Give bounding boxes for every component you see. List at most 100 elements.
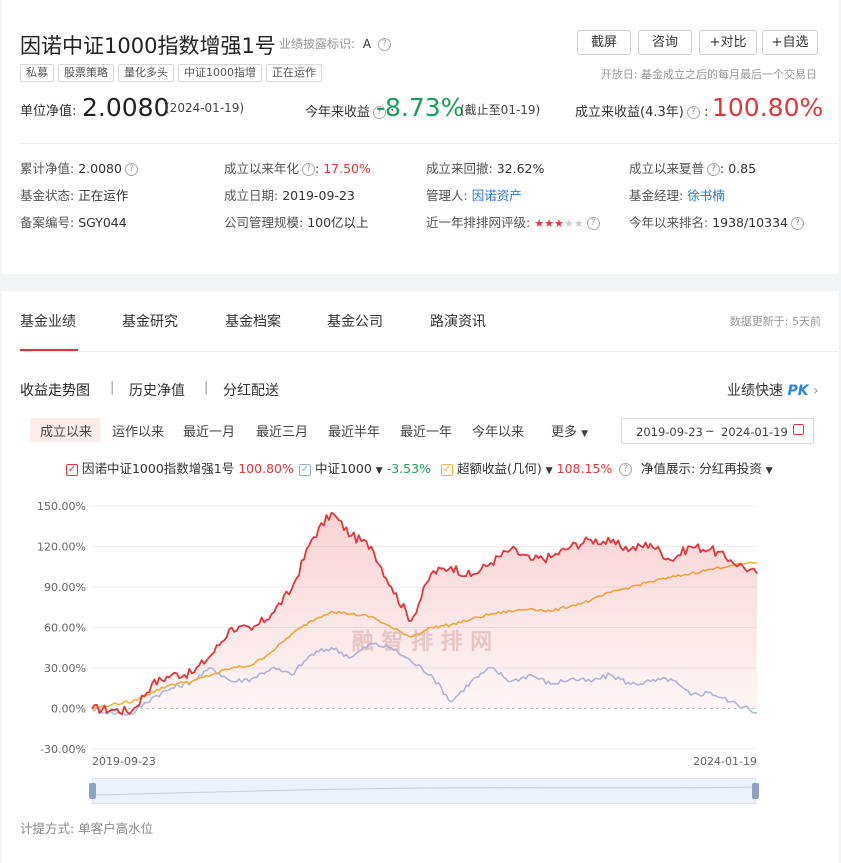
help-icon[interactable]: ? <box>377 38 391 51</box>
y-tick-label: 60.00% <box>44 622 86 635</box>
help-icon[interactable]: ? <box>124 163 138 176</box>
manager-company-link[interactable]: 因诺资产 <box>472 188 522 203</box>
range-ytd[interactable]: 今年以来 <box>472 421 524 440</box>
return-chart[interactable]: 150.00% 120.00% 90.00% 60.00% 30.00% 0.00% -30… <box>2 491 839 811</box>
quick-pk-link[interactable]: 业绩快速 PK › <box>727 380 819 400</box>
range-more-dropdown[interactable]: 更多 ▼ <box>551 421 588 440</box>
help-icon[interactable]: ? <box>707 163 721 176</box>
tab-roadshow[interactable]: 路演资讯 <box>430 311 486 331</box>
tab-research[interactable]: 基金研究 <box>122 311 178 331</box>
range-more-label: 更多 <box>551 425 578 440</box>
stat-label: 成立来回撤: <box>426 161 493 176</box>
checkbox-checked-icon[interactable]: ✓ <box>441 463 453 476</box>
disclosure-label: 业绩披露标识: A ? <box>279 35 391 52</box>
date-from[interactable]: 2019-09-23 <box>636 425 703 439</box>
y-tick-label: 0.00% <box>51 703 86 716</box>
stat-registration: 备案编号: SGY044 <box>20 212 127 231</box>
calendar-icon[interactable] <box>793 424 804 435</box>
legend-fund-value: 100.80% <box>238 461 294 476</box>
checkbox-checked-icon[interactable]: ✓ <box>66 463 78 476</box>
stat-inception: 成立日期: 2019-09-23 <box>224 185 355 204</box>
help-icon[interactable]: ? <box>791 217 804 230</box>
chart-range-slider[interactable] <box>92 778 756 804</box>
divider <box>20 143 838 144</box>
fund-tag: 量化多头 <box>118 64 174 82</box>
pk-badge: PK <box>787 383 809 399</box>
fund-tag: 私募 <box>20 64 54 82</box>
legend-index-name: 中证1000 <box>314 461 372 476</box>
x-tick-label: 2019-09-23 <box>92 755 156 768</box>
consult-button[interactable]: 咨询 <box>638 30 692 55</box>
stat-value: 100亿以上 <box>307 215 369 230</box>
tab-profile[interactable]: 基金档案 <box>225 311 281 331</box>
caret-down-icon[interactable]: ▼ <box>376 466 383 476</box>
star-filled-icon: ★ <box>534 217 545 230</box>
stat-label: 近一年排排网评级: <box>426 215 531 230</box>
tab-performance[interactable]: 基金业绩 <box>20 311 76 331</box>
fund-manager-link[interactable]: 徐书楠 <box>687 188 725 203</box>
stat-value: 17.50% <box>323 161 371 176</box>
fee-method: 计提方式: 单客户高水位 <box>20 821 154 836</box>
stat-label: 累计净值: <box>20 161 75 176</box>
legend-fund[interactable]: ✓ 因诺中证1000指数增强1号 100.80% <box>66 458 294 477</box>
nav-display-select[interactable]: 净值展示: 分红再投资 ▼ <box>641 458 773 477</box>
caret-down-icon: ▼ <box>581 429 589 439</box>
slider-handle-right[interactable] <box>752 783 759 799</box>
disclosure-value: A <box>362 37 372 51</box>
ytd-label-text: 今年来收益 <box>305 105 371 120</box>
date-to[interactable]: 2024-01-19 <box>721 425 788 439</box>
help-icon[interactable]: ? <box>302 163 316 176</box>
stat-label: 管理人: <box>426 188 468 203</box>
help-icon[interactable]: ? <box>619 463 633 476</box>
fund-title: 因诺中证1000指数增强1号 <box>20 34 276 58</box>
date-separator: ~ <box>705 424 715 438</box>
tab-company[interactable]: 基金公司 <box>327 311 383 331</box>
ytd-value: -8.73% <box>376 93 465 122</box>
help-icon[interactable]: ? <box>686 106 700 119</box>
caret-down-icon[interactable]: ▼ <box>546 466 553 476</box>
stat-label: 成立以来夏普 <box>629 161 705 176</box>
stat-cumulative-nav: 累计净值: 2.0080? <box>20 158 138 177</box>
checkbox-checked-icon[interactable]: ✓ <box>299 463 311 476</box>
subtab-history-nav[interactable]: 历史净值 <box>129 380 185 400</box>
compare-button[interactable]: +对比 <box>699 30 757 55</box>
ytd-note: (截止至01-19) <box>460 103 541 117</box>
stat-label: 今年以来排名: <box>629 215 709 230</box>
star-empty-icon: ★ <box>573 217 584 230</box>
stat-label: 基金状态: <box>20 188 75 203</box>
subtab-return-chart[interactable]: 收益走势图 <box>20 380 90 400</box>
legend-fund-name: 因诺中证1000指数增强1号 <box>81 461 235 476</box>
slider-handle-left[interactable] <box>89 783 96 799</box>
help-icon[interactable]: ? <box>586 217 600 230</box>
stat-value: SGY044 <box>78 215 127 230</box>
legend-excess[interactable]: ✓ 超额收益(几何) ▼ 108.15% ? <box>441 458 633 477</box>
stat-manager-company: 管理人: 因诺资产 <box>426 185 522 204</box>
since-label: 成立来收益(4.3年)? : <box>575 105 709 120</box>
y-tick-label: 90.00% <box>44 581 86 594</box>
watchlist-button[interactable]: +自选 <box>762 30 818 55</box>
range-since-inception[interactable]: 成立以来 <box>40 421 92 440</box>
stat-value: 32.62% <box>496 161 545 176</box>
range-6m[interactable]: 最近半年 <box>328 421 380 440</box>
stat-drawdown: 成立来回撤: 32.62% <box>426 158 544 177</box>
star-empty-icon: ★ <box>563 217 574 230</box>
caret-down-icon: ▼ <box>765 466 773 476</box>
stat-label: 备案编号: <box>20 215 75 230</box>
stat-ranking: 今年以来排名: 1938/10334? <box>629 212 804 231</box>
range-1y[interactable]: 最近一年 <box>400 421 452 440</box>
range-1m[interactable]: 最近一月 <box>183 421 235 440</box>
date-range-picker[interactable]: 2019-09-23 ~ 2024-01-19 <box>621 418 814 444</box>
legend-index[interactable]: ✓ 中证1000 ▼ -3.53% <box>299 458 431 477</box>
nav-value: 2.0080 <box>82 93 170 122</box>
subtab-dividends[interactable]: 分红配送 <box>223 380 279 400</box>
range-since-operation[interactable]: 运作以来 <box>112 421 164 440</box>
stat-fund-manager: 基金经理: 徐书楠 <box>629 185 725 204</box>
quick-pk-label: 业绩快速 <box>727 383 783 399</box>
disclosure-label-text: 业绩披露标识: <box>279 37 356 51</box>
nav-display-label: 净值展示: <box>641 461 696 476</box>
screenshot-button[interactable]: 截屏 <box>577 30 631 55</box>
range-3m[interactable]: 最近三月 <box>256 421 308 440</box>
stat-label: 基金经理: <box>629 188 684 203</box>
legend-excess-name: 超额收益(几何) <box>456 461 542 476</box>
nav-label: 单位净值: <box>20 104 77 119</box>
